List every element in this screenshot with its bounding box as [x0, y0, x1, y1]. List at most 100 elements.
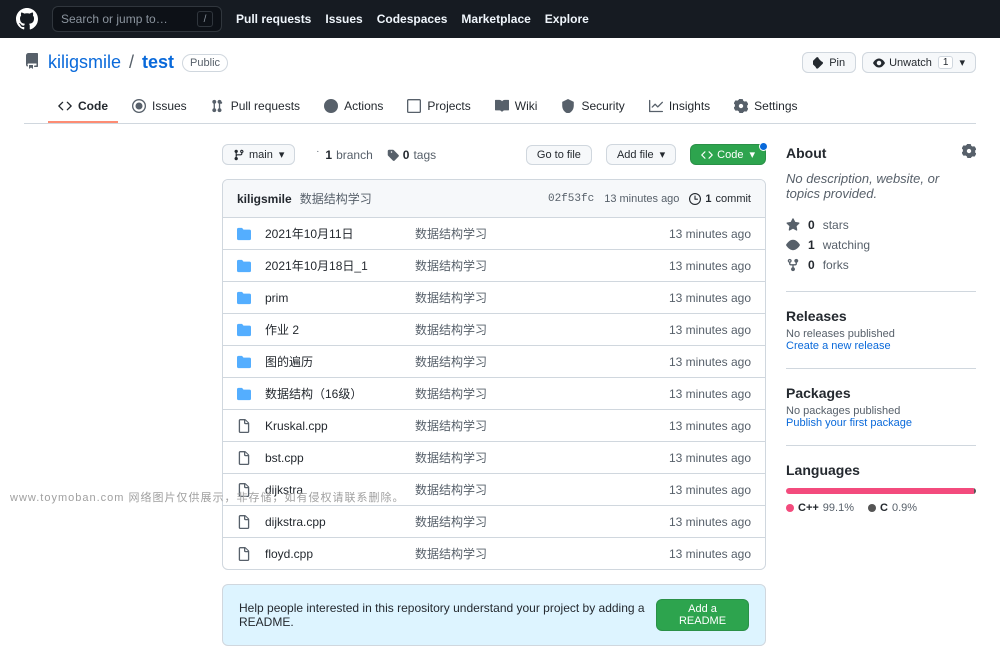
tags-count[interactable]: 0tags: [387, 148, 436, 162]
gear-icon: [734, 99, 748, 113]
tab-settings[interactable]: Settings: [724, 91, 807, 123]
visibility-badge: Public: [182, 54, 228, 72]
file-row[interactable]: 2021年10月11日数据结构学习13 minutes ago: [223, 218, 765, 250]
file-name[interactable]: 2021年10月11日: [265, 225, 415, 242]
about-description: No description, website, or topics provi…: [786, 171, 976, 201]
shield-icon: [561, 99, 575, 113]
unwatch-button[interactable]: Unwatch 1 ▾: [862, 52, 976, 73]
edit-about-button[interactable]: [962, 144, 976, 161]
github-logo-icon[interactable]: [16, 8, 38, 30]
eye-icon: [873, 57, 885, 69]
branch-count[interactable]: 1branch: [309, 148, 372, 162]
file-commit-msg[interactable]: 数据结构学习: [415, 481, 669, 498]
lang-segment: [786, 488, 974, 494]
nav-explore[interactable]: Explore: [545, 12, 589, 26]
nav-pulls[interactable]: Pull requests: [236, 12, 311, 26]
tab-issues[interactable]: Issues: [122, 91, 197, 123]
file-name[interactable]: Kruskal.cpp: [265, 419, 415, 433]
file-name[interactable]: 数据结构（16级）: [265, 385, 415, 402]
file-row[interactable]: 作业 2数据结构学习13 minutes ago: [223, 314, 765, 346]
lang-segment: [974, 488, 976, 494]
search-input[interactable]: Search or jump to… /: [52, 6, 222, 32]
tab-wiki[interactable]: Wiki: [485, 91, 548, 123]
file-time: 13 minutes ago: [669, 515, 751, 529]
file-name[interactable]: 图的遍历: [265, 353, 415, 370]
lang-item[interactable]: C++99.1%: [786, 502, 854, 514]
file-name[interactable]: prim: [265, 291, 415, 305]
repo-name-link[interactable]: test: [142, 52, 174, 73]
file-commit-msg[interactable]: 数据结构学习: [415, 417, 669, 434]
file-commit-msg[interactable]: 数据结构学习: [415, 321, 669, 338]
file-listing: kiligsmile 数据结构学习 02f53fc 13 minutes ago…: [222, 179, 766, 570]
lang-item[interactable]: C0.9%: [868, 502, 917, 514]
file-name[interactable]: 作业 2: [265, 321, 415, 338]
tab-pulls[interactable]: Pull requests: [201, 91, 310, 123]
file-commit-msg[interactable]: 数据结构学习: [415, 513, 669, 530]
file-icon: [237, 515, 255, 529]
file-row[interactable]: Kruskal.cpp数据结构学习13 minutes ago: [223, 410, 765, 442]
file-row[interactable]: 2021年10月18日_1数据结构学习13 minutes ago: [223, 250, 765, 282]
tab-security[interactable]: Security: [551, 91, 634, 123]
slash-key-icon: /: [197, 11, 213, 27]
add-readme-button[interactable]: Add a README: [656, 599, 749, 631]
repo-owner-link[interactable]: kiligsmile: [48, 52, 121, 73]
file-icon: [237, 547, 255, 561]
file-row[interactable]: floyd.cpp数据结构学习13 minutes ago: [223, 538, 765, 569]
file-commit-msg[interactable]: 数据结构学习: [415, 257, 669, 274]
watermark-text: www.toymoban.com 网络图片仅供展示，非存储，如有侵权请联系删除。: [10, 489, 404, 505]
global-nav: Pull requests Issues Codespaces Marketpl…: [236, 12, 589, 26]
commit-message[interactable]: 数据结构学习: [300, 190, 372, 207]
file-name[interactable]: dijkstra.cpp: [265, 515, 415, 529]
file-commit-msg[interactable]: 数据结构学习: [415, 353, 669, 370]
file-name[interactable]: bst.cpp: [265, 451, 415, 465]
file-row[interactable]: 数据结构（16级）数据结构学习13 minutes ago: [223, 378, 765, 410]
folder-icon: [237, 291, 255, 305]
stars-stat[interactable]: 0stars: [786, 215, 976, 235]
code-button[interactable]: Code▾: [690, 144, 766, 165]
tab-code[interactable]: Code: [48, 91, 118, 123]
file-commit-msg[interactable]: 数据结构学习: [415, 385, 669, 402]
file-row[interactable]: 图的遍历数据结构学习13 minutes ago: [223, 346, 765, 378]
folder-icon: [237, 227, 255, 241]
tag-icon: [387, 149, 399, 161]
file-row[interactable]: bst.cpp数据结构学习13 minutes ago: [223, 442, 765, 474]
file-row[interactable]: prim数据结构学习13 minutes ago: [223, 282, 765, 314]
watching-stat[interactable]: 1watching: [786, 235, 976, 255]
code-icon: [58, 99, 72, 113]
readme-prompt: Help people interested in this repositor…: [222, 584, 766, 646]
file-name[interactable]: floyd.cpp: [265, 547, 415, 561]
language-list: C++99.1% C0.9%: [786, 502, 976, 514]
graph-icon: [649, 99, 663, 113]
watch-count: 1: [938, 56, 954, 69]
add-file-button[interactable]: Add file▾: [606, 144, 676, 165]
tab-actions[interactable]: Actions: [314, 91, 393, 123]
commit-time: 13 minutes ago: [604, 193, 679, 205]
tab-projects[interactable]: Projects: [397, 91, 480, 123]
forks-stat[interactable]: 0forks: [786, 255, 976, 275]
nav-marketplace[interactable]: Marketplace: [461, 12, 530, 26]
releases-title: Releases: [786, 308, 976, 324]
releases-none: No releases published: [786, 328, 976, 340]
nav-codespaces[interactable]: Codespaces: [377, 12, 448, 26]
repo-icon: [24, 53, 40, 72]
gear-icon: [962, 144, 976, 158]
file-commit-msg[interactable]: 数据结构学习: [415, 449, 669, 466]
create-release-link[interactable]: Create a new release: [786, 340, 976, 352]
pin-button[interactable]: Pin: [802, 52, 856, 73]
file-time: 13 minutes ago: [669, 227, 751, 241]
pin-icon: [813, 57, 825, 69]
tab-insights[interactable]: Insights: [639, 91, 720, 123]
file-commit-msg[interactable]: 数据结构学习: [415, 225, 669, 242]
commits-link[interactable]: 1commit: [689, 193, 751, 205]
file-commit-msg[interactable]: 数据结构学习: [415, 289, 669, 306]
file-commit-msg[interactable]: 数据结构学习: [415, 545, 669, 562]
branch-select-button[interactable]: main▾: [222, 144, 295, 165]
commit-sha[interactable]: 02f53fc: [548, 193, 594, 205]
file-name[interactable]: 2021年10月18日_1: [265, 257, 415, 274]
publish-package-link[interactable]: Publish your first package: [786, 417, 976, 429]
nav-issues[interactable]: Issues: [325, 12, 362, 26]
commit-author[interactable]: kiligsmile: [237, 192, 292, 206]
go-to-file-button[interactable]: Go to file: [526, 145, 592, 165]
repo-tabs: Code Issues Pull requests Actions Projec…: [24, 91, 976, 124]
caret-down-icon: ▾: [660, 148, 666, 161]
